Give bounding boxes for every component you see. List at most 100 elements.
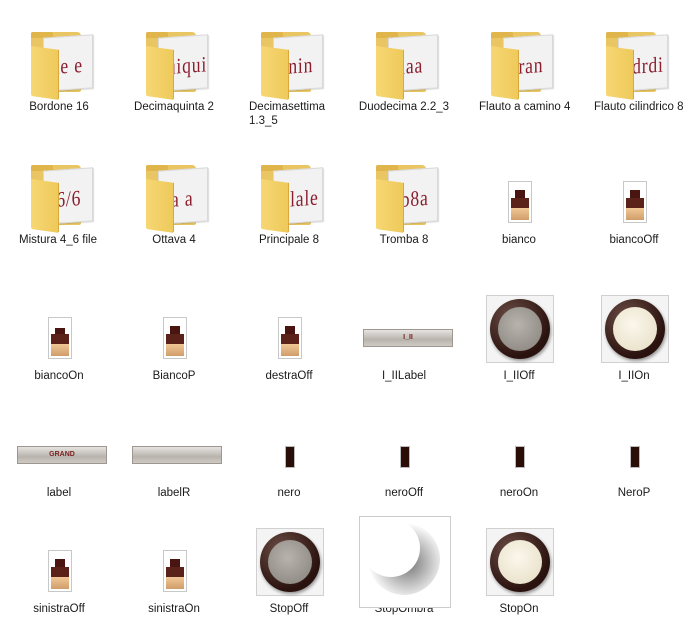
file-name: sinistraOff — [33, 603, 85, 615]
file-name: labelR — [157, 487, 191, 499]
file-item[interactable]: StopOff — [233, 516, 345, 616]
file-thumbnail — [463, 516, 575, 602]
folder-icon: ttinin — [261, 32, 323, 100]
file-name: Ottava 4 — [152, 234, 196, 246]
file-item[interactable]: ttinin Decimasettima 1.3_5 — [233, 14, 345, 128]
file-name: nero — [277, 487, 301, 499]
folder-icon: quiqui — [146, 32, 208, 100]
folder-icon: caran — [491, 32, 553, 100]
file-name: Flauto cilindrico 8 — [594, 101, 684, 113]
file-thumbnail — [463, 283, 575, 369]
file-item[interactable]: sinistraOn — [118, 516, 230, 616]
file-name: destraOff — [265, 370, 313, 382]
file-name: biancoOff — [609, 234, 659, 246]
file-item[interactable]: labelR — [118, 400, 230, 500]
folder-icon: 4/6/6 — [31, 165, 93, 233]
file-item[interactable]: destraOff — [233, 283, 345, 383]
file-thumbnail — [463, 400, 575, 486]
label-bar-text: I_II — [403, 334, 413, 341]
black-key-icon — [400, 446, 410, 468]
file-item[interactable]: biancoOff — [578, 147, 687, 247]
file-thumbnail: caran — [463, 14, 575, 100]
file-item[interactable]: caran Flauto a camino 4 — [463, 14, 575, 114]
file-thumbnail — [578, 283, 687, 369]
file-name: I_IIOn — [618, 370, 650, 382]
file-item[interactable]: 4/6/6 Mistura 4_6 file — [3, 147, 115, 247]
file-thumbnail: indrdi — [578, 14, 687, 100]
black-key-icon — [630, 446, 640, 468]
file-name: I_IILabel — [381, 370, 427, 382]
file-item[interactable]: I_II I_IILabel — [348, 283, 460, 383]
file-name: Principale 8 — [258, 234, 320, 246]
file-item[interactable]: bianco — [463, 147, 575, 247]
file-thumbnail: imaa — [348, 14, 460, 100]
file-name: sinistraOn — [148, 603, 200, 615]
file-name: Tromba 8 — [379, 234, 429, 246]
file-name: Flauto a camino 4 — [479, 101, 571, 113]
file-item[interactable]: I_IIOff — [463, 283, 575, 383]
file-item[interactable]: sinistraOff — [3, 516, 115, 616]
folder-icon: imaa — [376, 32, 438, 100]
file-name: StopOn — [499, 603, 539, 615]
file-name: neroOn — [499, 487, 539, 499]
file-name: biancoOn — [34, 370, 84, 382]
black-key-icon — [515, 446, 525, 468]
folder-icon: indrdi — [606, 32, 668, 100]
file-item[interactable]: mb8a Tromba 8 — [348, 147, 460, 247]
file-name: Bordone 16 — [29, 101, 89, 113]
file-thumbnail: palale — [233, 147, 345, 233]
file-item[interactable]: neroOff — [348, 400, 460, 500]
key-image-icon — [278, 317, 302, 359]
file-thumbnail — [578, 147, 687, 233]
file-item[interactable]: BiancoP — [118, 283, 230, 383]
file-thumbnail — [348, 516, 460, 608]
file-thumbnail: tva a — [118, 147, 230, 233]
file-thumbnail: mb8a — [348, 147, 460, 233]
key-image-icon — [623, 181, 647, 223]
label-bar-text: GRAND — [49, 451, 75, 458]
file-name: Duodecima 2.2_3 — [358, 101, 450, 113]
key-image-icon — [163, 550, 187, 592]
file-name: StopOff — [269, 603, 309, 615]
file-name: bianco — [502, 234, 536, 246]
file-item[interactable]: indrdi Flauto cilindrico 8 — [578, 14, 687, 114]
file-item[interactable]: GRAND label — [3, 400, 115, 500]
label-bar-icon: GRAND — [17, 446, 107, 464]
file-thumbnail — [233, 283, 345, 369]
folder-icon: mb8a — [376, 165, 438, 233]
file-name: I_IIOff — [503, 370, 535, 382]
file-thumbnail — [118, 516, 230, 602]
file-thumbnail — [118, 400, 230, 486]
file-item[interactable]: neroOn — [463, 400, 575, 500]
key-image-icon — [48, 317, 72, 359]
file-thumbnail — [3, 283, 115, 369]
file-thumbnail: GRAND — [3, 400, 115, 486]
file-item[interactable]: palale Principale 8 — [233, 147, 345, 247]
key-image-icon — [508, 181, 532, 223]
folder-icon: palale — [261, 165, 323, 233]
folder-icon: one e — [31, 32, 93, 100]
file-name: label — [46, 487, 72, 499]
label-bar-icon: I_II — [363, 329, 453, 347]
file-item[interactable]: nero — [233, 400, 345, 500]
file-item[interactable]: I_IIOn — [578, 283, 687, 383]
file-thumbnail — [233, 400, 345, 486]
file-item[interactable]: StopOn — [463, 516, 575, 616]
file-item[interactable]: one e Bordone 16 — [3, 14, 115, 114]
file-item[interactable]: biancoOn — [3, 283, 115, 383]
file-name: Mistura 4_6 file — [19, 234, 97, 246]
file-thumbnail — [463, 147, 575, 233]
file-item[interactable]: quiqui Decimaquinta 2 — [118, 14, 230, 114]
file-thumbnail — [3, 516, 115, 602]
folder-icon: tva a — [146, 165, 208, 233]
stop-knob-icon — [256, 528, 324, 596]
file-thumbnail: quiqui — [118, 14, 230, 100]
file-item[interactable]: StopOmbra — [348, 516, 460, 616]
file-item[interactable]: imaa Duodecima 2.2_3 — [348, 14, 460, 114]
file-thumbnail: 4/6/6 — [3, 147, 115, 233]
stop-knob-icon — [486, 295, 554, 363]
file-item[interactable]: NeroP — [578, 400, 687, 500]
file-item[interactable]: tva a Ottava 4 — [118, 147, 230, 247]
black-key-icon — [285, 446, 295, 468]
file-name: neroOff — [384, 487, 424, 499]
